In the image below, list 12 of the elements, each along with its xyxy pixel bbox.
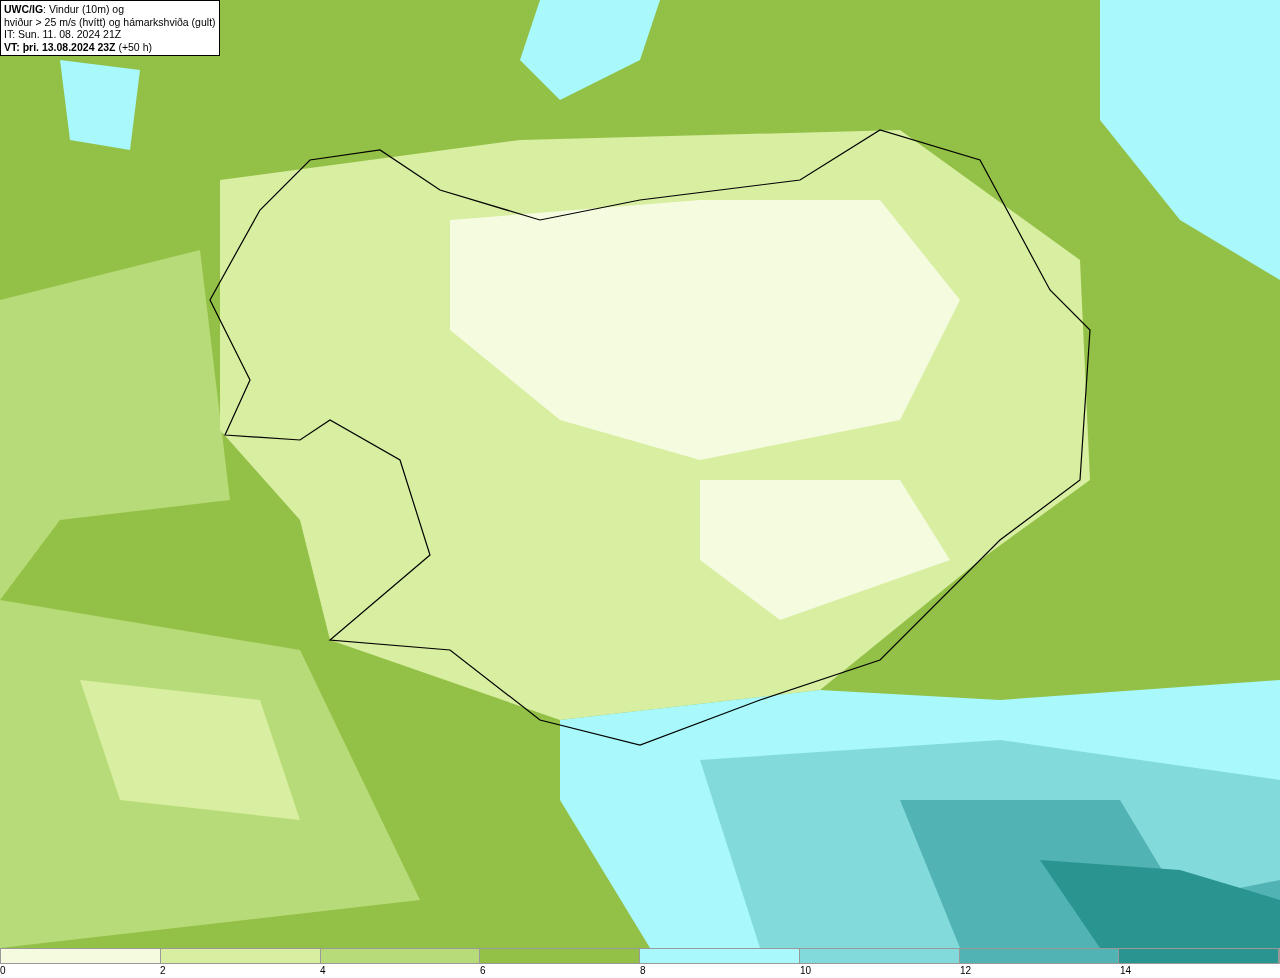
title-line: hviður > 25 m/s (hvítt) og hámarkshviða (gult)	[4, 15, 216, 28]
title-line: UWC/IG: Vindur (10m) og	[4, 3, 125, 16]
title-line: VT: þri. 13.08.2024 23Z (+50 h)	[4, 40, 153, 53]
legend-tick-label: 14	[1120, 965, 1132, 976]
legend-tick-label: 6	[480, 965, 486, 976]
legend-tick-label: 12	[960, 965, 972, 976]
title-line: IT: Sun. 11. 08. 2024 21Z	[4, 28, 123, 41]
legend-tick-label: 0	[0, 965, 6, 976]
legend-tick-label: 2	[160, 965, 166, 976]
legend-tick-label: 10	[800, 965, 812, 976]
legend-tick-label: 8	[640, 965, 646, 976]
legend-tick-label: 4	[320, 965, 326, 976]
